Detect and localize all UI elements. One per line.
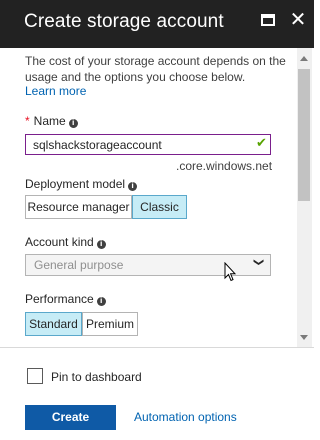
cost-description: The cost of your storage account depends… [25, 54, 286, 84]
checkmark-icon: ✔ [256, 136, 267, 151]
deployment-model-label-row: Deployment model i [25, 176, 138, 192]
required-marker: * [25, 114, 30, 128]
performance-label: Performance [25, 292, 94, 306]
footer-divider [0, 347, 314, 348]
learn-more-link[interactable]: Learn more [25, 83, 86, 99]
option-resource-manager[interactable]: Resource manager [25, 195, 132, 219]
domain-suffix: .core.windows.net [176, 159, 273, 173]
account-kind-label-row: Account kind i [25, 234, 106, 250]
info-icon[interactable]: i [68, 119, 78, 128]
account-kind-label: Account kind [25, 235, 94, 249]
close-icon[interactable]: ✕ [289, 9, 307, 29]
option-premium[interactable]: Premium [82, 312, 138, 336]
blade-content: The cost of your storage account depends… [0, 48, 314, 347]
name-label: Name [33, 114, 66, 128]
chevron-down-icon[interactable]: ❯ [252, 258, 264, 270]
option-classic[interactable]: Classic [132, 195, 187, 219]
blade-header: Create storage account ✕ [0, 0, 314, 48]
scroll-up-icon[interactable] [300, 56, 308, 61]
blade-title: Create storage account [24, 11, 224, 32]
create-button[interactable]: Create [25, 405, 116, 430]
scrollbar-thumb[interactable] [298, 69, 310, 201]
maximize-icon[interactable] [261, 14, 275, 26]
deployment-model-label: Deployment model [25, 177, 126, 191]
info-icon[interactable]: i [96, 297, 106, 306]
pin-to-dashboard-label[interactable]: Pin to dashboard [51, 369, 142, 385]
automation-options-link[interactable]: Automation options [134, 409, 237, 425]
mouse-pointer-icon [224, 262, 236, 282]
name-label-row: * Name i [25, 113, 78, 129]
scroll-down-icon[interactable] [300, 335, 308, 340]
info-icon[interactable]: i [128, 182, 138, 191]
info-icon[interactable]: i [96, 240, 106, 249]
name-input[interactable] [25, 134, 271, 155]
pin-to-dashboard-checkbox[interactable] [27, 368, 43, 384]
performance-label-row: Performance i [25, 291, 106, 307]
option-standard[interactable]: Standard [25, 312, 82, 336]
